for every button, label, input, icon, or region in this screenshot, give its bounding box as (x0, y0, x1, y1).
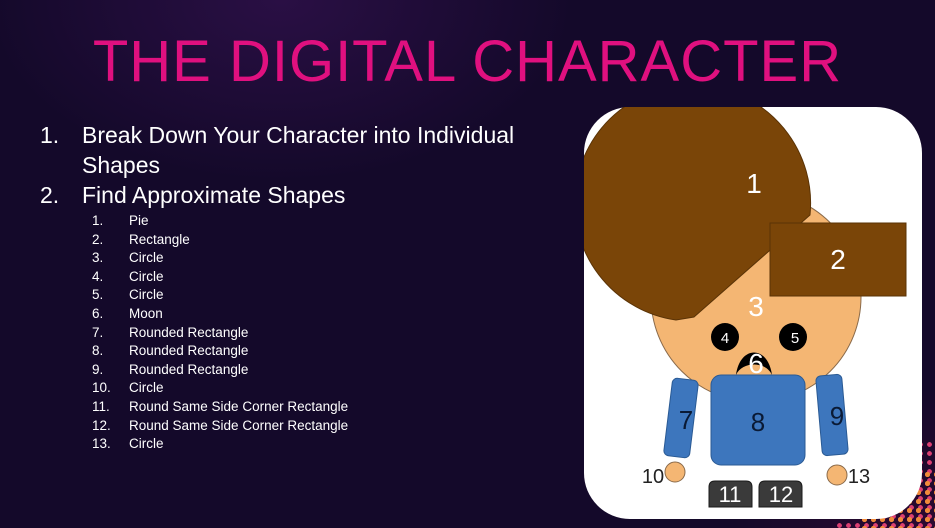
shape-name: Round Same Side Corner Rectangle (129, 417, 349, 433)
label-2: 2 (830, 244, 846, 275)
shape-item: 11. Round Same Side Corner Rectangle (92, 398, 560, 417)
shape-number: 4. (92, 268, 104, 284)
shape-item: 7. Rounded Rectangle (92, 324, 560, 343)
shape-name: Circle (129, 287, 164, 303)
shape-number: 12. (92, 417, 111, 433)
label-8: 8 (751, 407, 765, 437)
shape-name: Circle (129, 250, 164, 266)
shape-item: 8. Rounded Rectangle (92, 342, 560, 361)
shape-name: Circle (129, 268, 164, 284)
shape-name: Circle (129, 380, 164, 396)
shape-name: Rectangle (129, 231, 190, 247)
label-9: 9 (830, 401, 844, 431)
step-number: 2. (40, 182, 60, 208)
shape-item: 6. Moon (92, 305, 560, 324)
shape-item: 3. Circle (92, 249, 560, 268)
shape-item: 10. Circle (92, 379, 560, 398)
step-number: 1. (40, 122, 60, 148)
label-12: 12 (769, 482, 793, 507)
shape-name: Rounded Rectangle (129, 343, 249, 359)
step-item: 1. Break Down Your Character into Indivi… (40, 120, 560, 180)
shape-number: 5. (92, 287, 104, 303)
label-4: 4 (721, 330, 729, 347)
label-3: 3 (748, 291, 764, 322)
shape-item: 2. Rectangle (92, 231, 560, 250)
shape-number: 11. (92, 398, 110, 414)
shape-number: 10. (92, 380, 111, 396)
shape-name: Moon (129, 305, 163, 321)
shape-item: 4. Circle (92, 268, 560, 287)
label-10: 10 (642, 466, 664, 488)
shape-number: 2. (92, 231, 104, 247)
label-13: 13 (848, 466, 870, 488)
shapes-list: 1. Pie 2. Rectangle 3. Circle 4. Circle 5. Ci… (92, 212, 560, 454)
shape-name: Circle (129, 436, 164, 452)
shape-name: Pie (129, 213, 149, 228)
left-hand-circle (664, 461, 686, 483)
shape-name: Rounded Rectangle (129, 324, 249, 340)
label-6: 6 (748, 348, 764, 379)
step-text: Break Down Your Character into Individua… (82, 122, 515, 178)
shape-name: Rounded Rectangle (129, 361, 249, 377)
shape-number: 7. (92, 324, 104, 340)
shape-name: Round Same Side Corner Rectangle (129, 398, 349, 414)
shape-item: 13. Circle (92, 435, 560, 454)
shape-item: 5. Circle (92, 286, 560, 305)
steps-list: 1. Break Down Your Character into Indivi… (40, 120, 560, 454)
shape-item: 1. Pie (92, 212, 560, 231)
slide-title: THE DIGITAL CHARACTER (92, 29, 843, 94)
shape-item: 12. Round Same Side Corner Rectangle (92, 417, 560, 436)
shape-item: 9. Rounded Rectangle (92, 361, 560, 380)
shape-number: 13. (92, 436, 111, 452)
step-text: Find Approximate Shapes (82, 182, 346, 208)
label-7: 7 (679, 405, 693, 435)
shape-number: 6. (92, 305, 104, 321)
shape-number: 9. (92, 361, 104, 377)
shape-number: 1. (92, 213, 104, 228)
label-11: 11 (719, 482, 742, 507)
character-diagram: 1 2 3 4 5 6 7 8 9 10 11 12 13 (584, 107, 907, 508)
shape-number: 3. (92, 250, 104, 266)
step-item: 2. Find Approximate Shapes (40, 180, 560, 210)
label-1: 1 (746, 168, 762, 199)
shape-number: 8. (92, 343, 104, 359)
right-hand-circle (826, 464, 848, 486)
label-5: 5 (791, 330, 799, 347)
